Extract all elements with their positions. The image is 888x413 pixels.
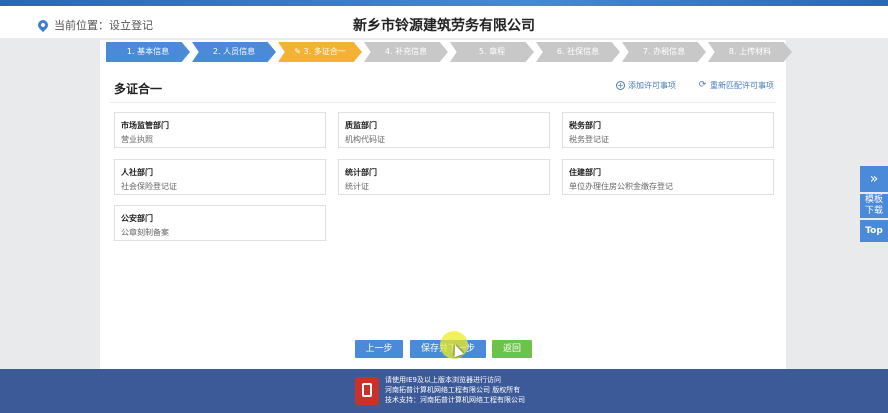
dept-cert: 公章刻制备案 [121,228,169,237]
section-title: 多证合一 [114,82,163,96]
dept-name: 统计部门 [345,168,377,177]
dept-card-statistics: 统计部门 统计证 [338,159,550,195]
step-upload-materials[interactable]: 8. 上传材料 [708,42,792,62]
step-personnel-info[interactable]: 2. 人员信息 [192,42,276,62]
pencil-icon: ✎ [294,47,304,56]
prev-step-button[interactable]: 上一步 [355,340,403,358]
dept-cert: 营业执照 [121,135,153,144]
step-tax-info[interactable]: 7. 办税信息 [622,42,706,62]
footer-text: 请使用IE9及以上版本浏览器进行访问 河南拓普计算机网络工程有限公司 版权所有 … [385,375,525,405]
step-multi-cert[interactable]: ✎ 3. 多证合一 [278,42,362,62]
dept-name: 税务部门 [569,121,601,130]
dept-cert: 统计证 [345,182,369,191]
step-multi-cert-label: 3. 多证合一 [303,47,346,56]
step-articles[interactable]: 5. 章程 [450,42,534,62]
footer: 请使用IE9及以上版本浏览器进行访问 河南拓普计算机网络工程有限公司 版权所有 … [0,369,888,413]
main-card: 1. 基本信息 2. 人员信息 ✎ 3. 多证合一 4. 补充信息 5. 章程 … [100,40,792,370]
dept-name: 公安部门 [121,214,153,223]
top-bar: 当前位置：设立登记 新乡市铃源建筑劳务有限公司 [0,6,888,38]
back-button[interactable]: 返回 [492,340,532,358]
dept-cert: 单位办理住房公积金缴存登记 [569,182,673,191]
section-divider [110,102,776,103]
dept-card-quality: 质监部门 机构代码证 [338,112,550,148]
refresh-icon: ⟳ [698,80,707,90]
footer-line: 河南拓普计算机网络工程有限公司 版权所有 [385,386,521,394]
side-toolbar: » 模板 下载 Top [860,166,888,244]
dept-name: 质监部门 [345,121,377,130]
dept-cert: 税务登记证 [569,135,609,144]
plus-circle-icon: + [616,81,625,90]
page-title: 新乡市铃源建筑劳务有限公司 [353,18,535,34]
back-to-top-button[interactable]: Top [860,220,888,242]
dept-card-police: 公安部门 公章刻制备案 [114,205,326,241]
rematch-permit-label: 重新匹配许可事项 [710,81,774,90]
step-basic-info[interactable]: 1. 基本信息 [106,42,190,62]
add-permit-label: 添加许可事项 [628,81,676,90]
seal-logo-icon [355,377,379,405]
add-permit-link[interactable]: + 添加许可事项 [616,80,676,91]
rematch-permit-link[interactable]: ⟳ 重新匹配许可事项 [698,80,774,91]
double-chevron-right-icon[interactable]: » [860,166,888,192]
step-social-security[interactable]: 6. 社保信息 [536,42,620,62]
dept-card-tax: 税务部门 税务登记证 [562,112,774,148]
dept-name: 市场监管部门 [121,121,169,130]
dept-name: 住建部门 [569,168,601,177]
template-label-1: 模板 [864,195,883,205]
dept-name: 人社部门 [121,168,153,177]
dept-card-hr-social: 人社部门 社会保险登记证 [114,159,326,195]
dept-cert: 社会保险登记证 [121,182,177,191]
dept-card-market: 市场监管部门 营业执照 [114,112,326,148]
footer-line: 技术支持：河南拓普计算机网络工程有限公司 [385,396,525,404]
template-label-2: 下载 [864,206,883,216]
step-supplement-info[interactable]: 4. 补充信息 [364,42,448,62]
template-download-button[interactable]: 模板 下载 [860,194,888,218]
footer-line: 请使用IE9及以上版本浏览器进行访问 [385,376,501,384]
dept-cert: 机构代码证 [345,135,385,144]
step-progress: 1. 基本信息 2. 人员信息 ✎ 3. 多证合一 4. 补充信息 5. 章程 … [106,42,794,62]
dept-card-housing: 住建部门 单位办理住房公积金缴存登记 [562,159,774,195]
